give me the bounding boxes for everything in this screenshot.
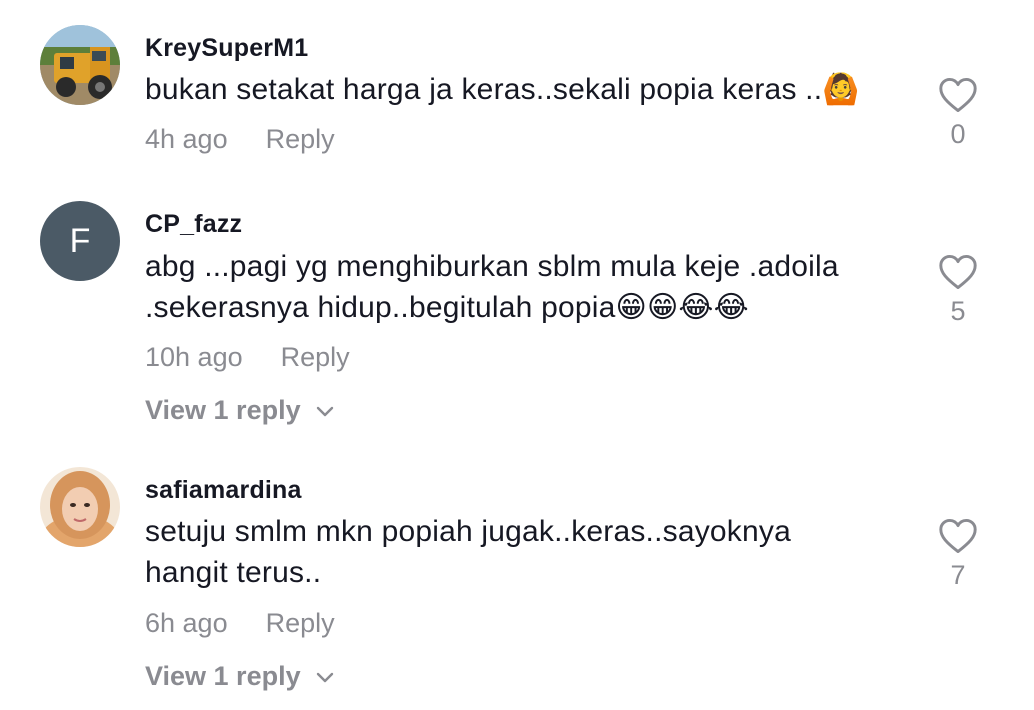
reply-button[interactable]: Reply (266, 124, 335, 154)
emoji: 🙆 (822, 72, 860, 107)
like-count: 0 (950, 119, 966, 149)
avatar[interactable] (40, 25, 120, 105)
excavator-photo-icon (40, 25, 120, 105)
reply-button[interactable]: Reply (266, 608, 335, 638)
chevron-down-icon (316, 406, 333, 416)
view-replies-label: View 1 reply (145, 395, 301, 425)
chevron-down-icon (316, 672, 333, 682)
view-replies-button[interactable]: View 1 reply (145, 395, 335, 426)
reply-button[interactable]: Reply (281, 342, 350, 372)
timestamp: 6h ago (145, 608, 228, 638)
comment-meta: 4h ago Reply (145, 124, 335, 155)
profile-photo-icon (40, 467, 120, 547)
comment-meta: 10h ago Reply (145, 342, 350, 373)
view-replies-button[interactable]: View 1 reply (145, 661, 335, 692)
view-replies-label: View 1 reply (145, 661, 301, 691)
username[interactable]: KreySuperM1 (145, 34, 308, 63)
heart-icon (939, 77, 977, 113)
avatar-letter: F (69, 221, 91, 260)
like-button[interactable]: 0 (936, 77, 980, 150)
timestamp: 10h ago (145, 342, 243, 372)
heart-icon (939, 254, 977, 290)
emoji: 😁😁😂😂 (615, 290, 749, 325)
comment-text: bukan setakat harga ja keras..sekali pop… (145, 69, 915, 110)
comment-text: setuju smlm mkn popiah jugak..keras..say… (145, 511, 865, 593)
timestamp: 4h ago (145, 124, 228, 154)
heart-icon (939, 518, 977, 554)
comment-text-body: setuju smlm mkn popiah jugak..keras..say… (145, 515, 791, 589)
username[interactable]: safiamardina (145, 476, 302, 505)
like-count: 5 (950, 296, 966, 326)
avatar[interactable] (40, 467, 120, 547)
like-button[interactable]: 7 (936, 518, 980, 591)
like-button[interactable]: 5 (936, 254, 980, 327)
like-count: 7 (950, 560, 966, 590)
comment-text-body: bukan setakat harga ja keras..sekali pop… (145, 73, 823, 106)
username[interactable]: CP_fazz (145, 210, 242, 239)
avatar[interactable]: F (40, 201, 120, 281)
comment-text: abg ...pagi yg menghiburkan sblm mula ke… (145, 246, 905, 328)
comment-meta: 6h ago Reply (145, 608, 335, 639)
